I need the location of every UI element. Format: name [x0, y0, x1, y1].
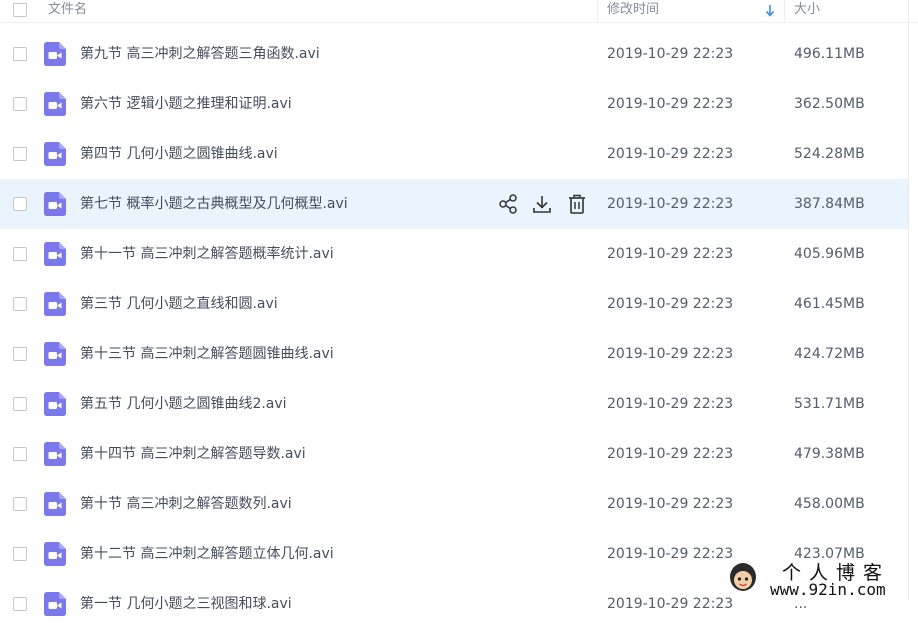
list-right-border — [908, 0, 909, 600]
row-actions — [497, 193, 587, 215]
row-checkbox[interactable] — [13, 97, 27, 111]
file-size: 405.96MB — [794, 246, 865, 262]
file-modified-time: 2019-10-29 22:23 — [607, 96, 734, 112]
row-checkbox[interactable] — [13, 497, 27, 511]
file-modified-time: 2019-10-29 22:23 — [607, 496, 734, 512]
file-row[interactable]: 第七节 概率小题之古典概型及几何概型.avi 2019-10-29 22:23 38… — [0, 179, 908, 229]
file-modified-time: 2019-10-29 22:23 — [607, 196, 734, 212]
file-size: 461.45MB — [794, 296, 865, 312]
video-file-icon — [44, 192, 66, 216]
row-checkbox[interactable] — [13, 547, 27, 561]
file-name[interactable]: 第五节 几何小题之圆锥曲线2.avi — [80, 379, 287, 429]
file-row[interactable]: 第十一节 高三冲刺之解答题概率统计.avi 2019-10-29 22:23 405… — [0, 229, 908, 279]
file-row[interactable]: 第十四节 高三冲刺之解答题导数.avi 2019-10-29 22:23 479.3… — [0, 429, 908, 479]
file-modified-time: 2019-10-29 22:23 — [607, 346, 734, 362]
file-row[interactable]: 第四节 几何小题之圆锥曲线.avi 2019-10-29 22:23 524.28M… — [0, 129, 908, 179]
row-checkbox[interactable] — [13, 447, 27, 461]
file-name[interactable]: 第三节 几何小题之直线和圆.avi — [80, 279, 278, 329]
file-size: 524.28MB — [794, 146, 865, 162]
column-divider[interactable] — [597, 0, 598, 22]
column-header-filename[interactable]: 文件名 — [48, 0, 87, 22]
file-row[interactable]: 第五节 几何小题之圆锥曲线2.avi 2019-10-29 22:23 531.71… — [0, 379, 908, 429]
file-name[interactable]: 第四节 几何小题之圆锥曲线.avi — [80, 129, 278, 179]
file-row[interactable]: 第十三节 高三冲刺之解答题圆锥曲线.avi 2019-10-29 22:23 424… — [0, 329, 908, 379]
column-header-size[interactable]: 大小 — [794, 0, 820, 22]
file-modified-time: 2019-10-29 22:23 — [607, 296, 734, 312]
file-modified-time: 2019-10-29 22:23 — [607, 596, 734, 612]
file-size: 387.84MB — [794, 196, 865, 212]
watermark-url: www.92in.com — [770, 580, 886, 599]
row-checkbox[interactable] — [13, 597, 27, 611]
file-row[interactable]: 第十节 高三冲刺之解答题数列.avi 2019-10-29 22:23 458.00… — [0, 479, 908, 529]
video-file-icon — [44, 542, 66, 566]
file-modified-time: 2019-10-29 22:23 — [607, 446, 734, 462]
video-file-icon — [44, 592, 66, 616]
blog-avatar-icon — [730, 563, 756, 591]
file-size: 479.38MB — [794, 446, 865, 462]
file-name[interactable]: 第十节 高三冲刺之解答题数列.avi — [80, 479, 292, 529]
video-file-icon — [44, 292, 66, 316]
file-name[interactable]: 第六节 逻辑小题之推理和证明.avi — [80, 79, 292, 129]
column-divider[interactable] — [784, 0, 785, 22]
file-size: 531.71MB — [794, 396, 865, 412]
file-name[interactable]: 第十三节 高三冲刺之解答题圆锥曲线.avi — [80, 329, 334, 379]
file-size: 362.50MB — [794, 96, 865, 112]
row-checkbox[interactable] — [13, 147, 27, 161]
row-checkbox[interactable] — [13, 347, 27, 361]
file-name[interactable]: 第十一节 高三冲刺之解答题概率统计.avi — [80, 229, 334, 279]
file-modified-time: 2019-10-29 22:23 — [607, 246, 734, 262]
file-modified-time: 2019-10-29 22:23 — [607, 146, 734, 162]
file-size: 424.72MB — [794, 346, 865, 362]
select-all-checkbox[interactable] — [13, 3, 27, 17]
video-file-icon — [44, 92, 66, 116]
file-size: 496.11MB — [794, 46, 865, 62]
video-file-icon — [44, 342, 66, 366]
file-name[interactable]: 第七节 概率小题之古典概型及几何概型.avi — [80, 179, 348, 229]
file-modified-time: 2019-10-29 22:23 — [607, 46, 734, 62]
file-name[interactable]: 第十四节 高三冲刺之解答题导数.avi — [80, 429, 306, 479]
video-file-icon — [44, 242, 66, 266]
share-icon[interactable] — [497, 193, 519, 215]
file-name[interactable]: 第一节 几何小题之三视图和球.avi — [80, 579, 292, 629]
download-icon[interactable] — [531, 193, 553, 215]
column-header-modified-time[interactable]: 修改时间 — [607, 0, 659, 22]
video-file-icon — [44, 442, 66, 466]
file-row[interactable]: 第六节 逻辑小题之推理和证明.avi 2019-10-29 22:23 362.50… — [0, 79, 908, 129]
row-checkbox[interactable] — [13, 397, 27, 411]
row-checkbox[interactable] — [13, 247, 27, 261]
video-file-icon — [44, 42, 66, 66]
sort-descending-icon[interactable] — [764, 4, 776, 18]
file-name[interactable]: 第九节 高三冲刺之解答题三角函数.avi — [80, 29, 320, 79]
watermark: 个人博客 www.92in.com — [728, 558, 918, 600]
video-file-icon — [44, 492, 66, 516]
delete-icon[interactable] — [566, 193, 588, 215]
file-size: 458.00MB — [794, 496, 865, 512]
file-list-header: 文件名 修改时间 大小 — [0, 0, 918, 23]
file-row[interactable]: 第九节 高三冲刺之解答题三角函数.avi 2019-10-29 22:23 496.… — [0, 29, 908, 79]
row-checkbox[interactable] — [13, 47, 27, 61]
file-modified-time: 2019-10-29 22:23 — [607, 396, 734, 412]
row-checkbox[interactable] — [13, 197, 27, 211]
video-file-icon — [44, 392, 66, 416]
file-modified-time: 2019-10-29 22:23 — [607, 546, 734, 562]
row-checkbox[interactable] — [13, 297, 27, 311]
file-row[interactable]: 第三节 几何小题之直线和圆.avi 2019-10-29 22:23 461.45M… — [0, 279, 908, 329]
video-file-icon — [44, 142, 66, 166]
file-name[interactable]: 第十二节 高三冲刺之解答题立体几何.avi — [80, 529, 334, 579]
